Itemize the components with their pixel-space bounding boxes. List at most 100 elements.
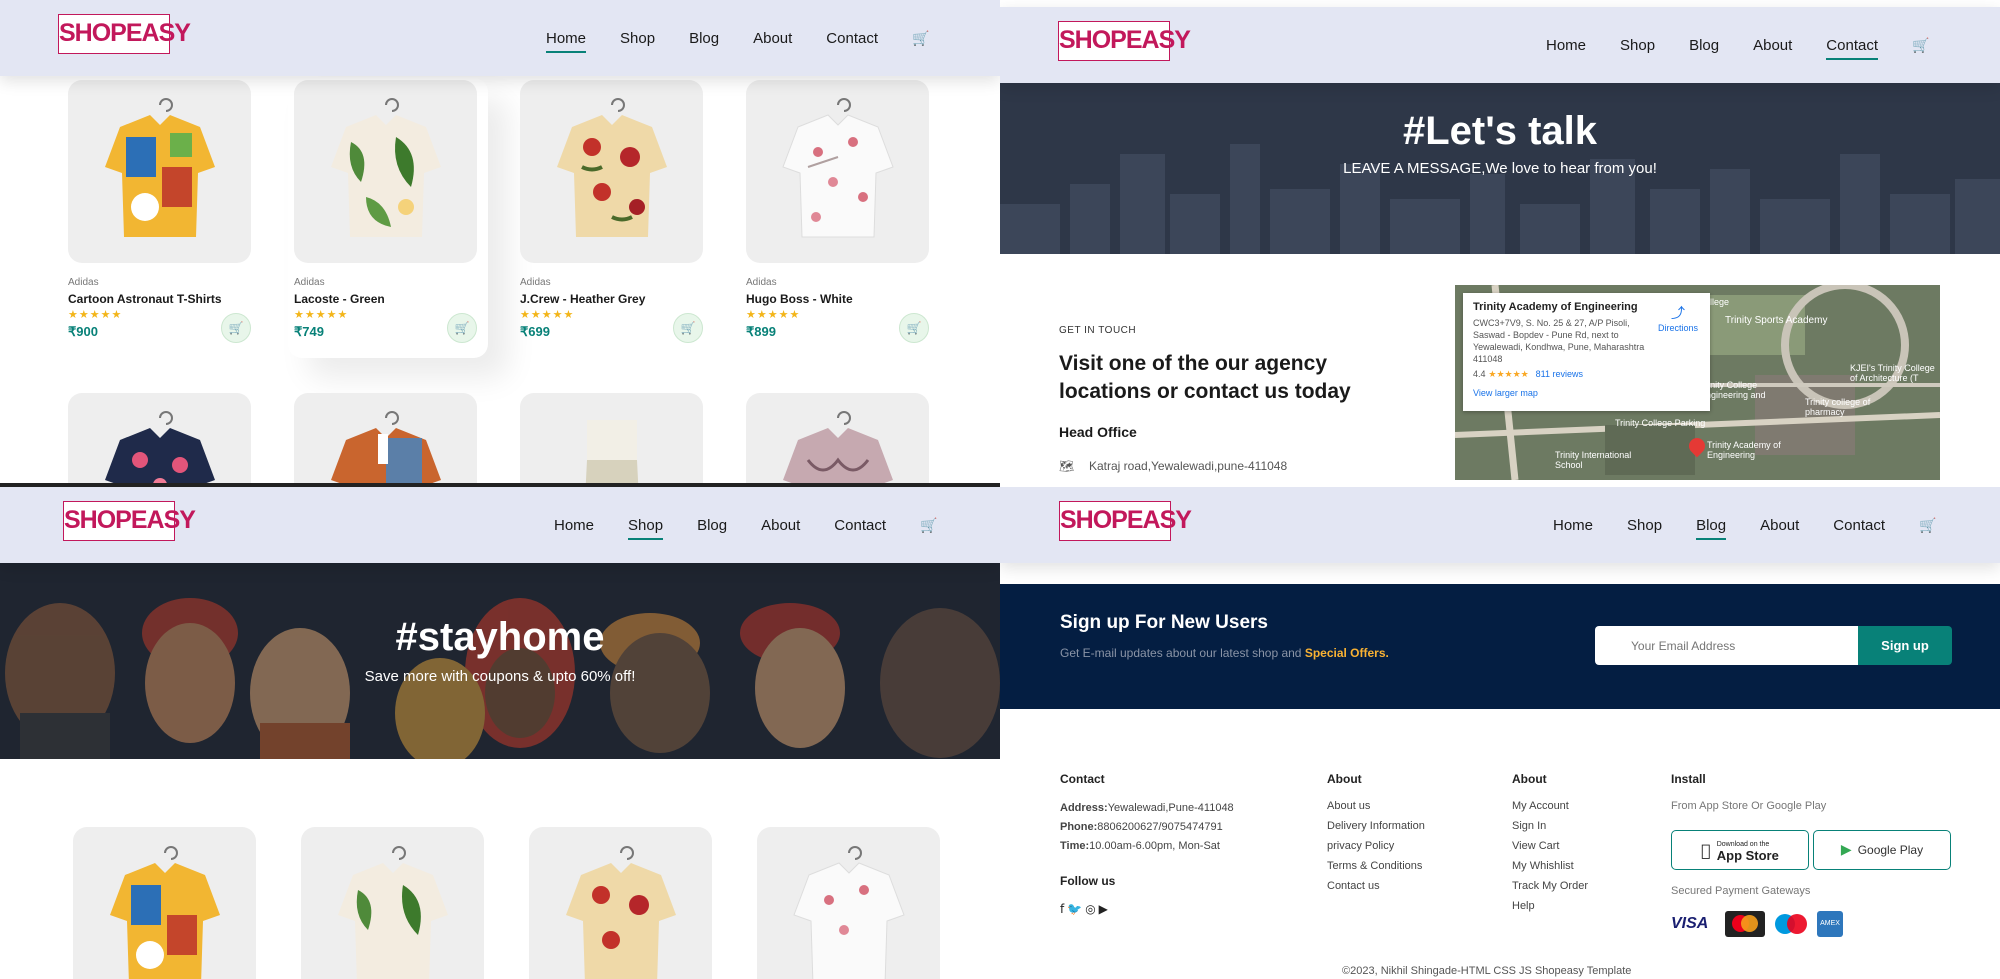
map-embed[interactable]: Trinity Sports Academy KJEI's Trinity Co… [1455,285,1940,480]
footer-link[interactable]: Delivery Information [1327,816,1425,836]
product-image[interactable] [520,393,703,487]
footer-link[interactable]: My Whishlist [1512,856,1588,876]
product-image[interactable] [68,393,251,487]
footer-link[interactable]: Contact us [1327,876,1425,896]
nav-contact[interactable]: Contact [826,30,878,47]
contact-hero-title: #Let's talk [1402,109,1598,153]
nav-bar: Home Shop Blog About Contact 🛒 [1546,7,1963,83]
nav-home[interactable]: Home [1553,517,1593,534]
blog-view: SHOPEASY Home Shop Blog About Contact 🛒 … [1000,487,2000,979]
logo[interactable]: SHOPEASY [58,14,191,54]
nav-shop[interactable]: Shop [620,30,655,47]
stayhome-subtitle: Save more with coupons & upto 60% off! [364,668,636,685]
nav-about[interactable]: About [1753,37,1792,54]
product-card[interactable] [529,827,712,979]
nav-shop[interactable]: Shop [628,517,664,540]
product-image[interactable] [529,827,712,979]
nav-contact[interactable]: Contact [834,517,886,534]
map-label: Trinity Academy of Engineering [1707,440,1781,460]
shop-view-top: SHOPEASY Home Shop Blog About Contact 🛒 … [0,0,1000,487]
youtube-icon[interactable]: ▶ [1099,902,1111,916]
app-store-button[interactable]:  Download on theApp Store [1671,830,1809,870]
cart-icon[interactable]: 🛒 [1919,517,1936,534]
logo[interactable]: SHOPEASY [63,501,196,541]
contact-hero-subtitle: LEAVE A MESSAGE,We love to hear from you… [1343,160,1657,177]
add-to-cart-button[interactable]: 🛒 [447,313,477,343]
map-place-name: Trinity Academy of Engineering [1473,301,1638,313]
product-image[interactable] [301,827,484,979]
product-card[interactable]: Adidas Hugo Boss - White ★★★★★ ₹899 🛒 [746,80,929,343]
nav-blog[interactable]: Blog [1696,517,1727,540]
nav-bar: Home Shop Blog About Contact 🛒 [546,0,963,76]
footer-link[interactable]: Track My Order [1512,876,1588,896]
stayhome-title: #stayhome [395,615,605,659]
footer-link[interactable]: Help [1512,896,1588,916]
product-card[interactable] [294,393,477,487]
product-card[interactable]: Adidas Lacoste - Green ★★★★★ ₹749 🛒 [294,80,477,343]
add-to-cart-button[interactable]: 🛒 [899,313,929,343]
footer-link[interactable]: Terms & Conditions [1327,856,1425,876]
product-card[interactable] [520,393,703,487]
footer-link[interactable]: My Account [1512,796,1588,816]
nav-blog[interactable]: Blog [697,517,727,534]
product-image[interactable] [294,80,477,263]
add-to-cart-button[interactable]: 🛒 [673,313,703,343]
nav-shop[interactable]: Shop [1620,37,1655,54]
nav-home[interactable]: Home [546,30,587,53]
footer-about-links: About us Delivery Information privacy Po… [1327,796,1425,896]
header: SHOPEASY Home Shop Blog About Contact 🛒 [1000,7,2000,83]
twitter-icon[interactable]: 🐦 [1067,902,1085,916]
cart-icon[interactable]: 🛒 [912,30,929,47]
google-play-button[interactable]: ▶ Google Play [1813,830,1951,870]
nav-blog[interactable]: Blog [689,30,719,47]
product-card[interactable] [746,393,929,487]
product-image[interactable] [520,80,703,263]
nav-about[interactable]: About [753,30,792,47]
map-label: Trinity College Parking [1615,418,1706,428]
product-image[interactable] [746,80,929,263]
directions-icon: ⤴ [1670,306,1685,322]
product-card[interactable] [757,827,940,979]
signup-button[interactable]: Sign up [1858,626,1952,665]
stayhome-banner: #stayhome Save more with coupons & upto … [0,563,1000,759]
footer-link[interactable]: privacy Policy [1327,836,1425,856]
nav-home[interactable]: Home [554,517,594,534]
product-card[interactable]: Adidas Cartoon Astronaut T-Shirts ★★★★★ … [68,80,251,343]
product-image[interactable] [68,80,251,263]
product-card[interactable]: Adidas J.Crew - Heather Grey ★★★★★ ₹699 … [520,80,703,343]
logo[interactable]: SHOPEASY [1059,501,1192,541]
nav-about[interactable]: About [761,517,800,534]
nav-blog[interactable]: Blog [1689,37,1719,54]
product-card[interactable] [73,827,256,979]
map-label: Trinity Sports Academy [1725,315,1828,326]
directions-button[interactable]: ⤴ Directions [1658,303,1698,333]
map-reviews-link[interactable]: 811 reviews [1536,369,1583,379]
nav-home[interactable]: Home [1546,37,1586,54]
nav-contact[interactable]: Contact [1826,37,1878,60]
cart-icon[interactable]: 🛒 [920,517,937,534]
product-image[interactable] [757,827,940,979]
product-card[interactable] [301,827,484,979]
payment-gateways-text: Secured Payment Gateways [1671,885,1811,897]
install-text: From App Store Or Google Play [1671,800,1827,812]
banner-illustration [5,598,1000,759]
footer-link[interactable]: About us [1327,796,1425,816]
nav-shop[interactable]: Shop [1627,517,1662,534]
product-card[interactable] [68,393,251,487]
map-place-address: CWC3+7V9, S. No. 25 & 27, A/P Pisoli, Sa… [1473,318,1645,364]
email-input[interactable] [1595,626,1858,665]
contact-heading: Visit one of the our agency locations or… [1059,352,1351,403]
footer-link[interactable]: Sign In [1512,816,1588,836]
cart-icon[interactable]: 🛒 [1912,37,1929,54]
nav-contact[interactable]: Contact [1833,517,1885,534]
instagram-icon[interactable]: ◎ [1085,902,1098,916]
product-image[interactable] [746,393,929,487]
footer-link[interactable]: View Cart [1512,836,1588,856]
product-image[interactable] [73,827,256,979]
nav-about[interactable]: About [1760,517,1799,534]
product-brand: Adidas [68,277,99,288]
view-larger-map-link[interactable]: View larger map [1473,388,1700,398]
product-image[interactable] [294,393,477,487]
add-to-cart-button[interactable]: 🛒 [221,313,251,343]
logo[interactable]: SHOPEASY [1058,21,1191,61]
